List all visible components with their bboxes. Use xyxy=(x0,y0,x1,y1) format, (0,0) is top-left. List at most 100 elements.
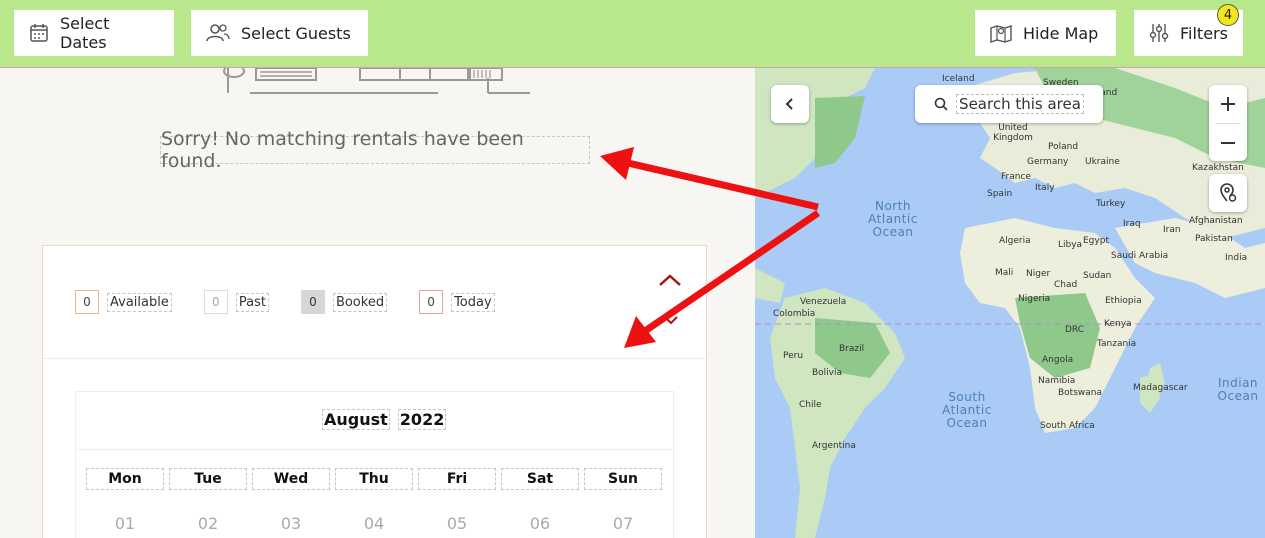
map-pin-icon xyxy=(990,25,1012,43)
map-label-botswana: Botswana xyxy=(1058,388,1102,398)
map-label-bolivia: Bolivia xyxy=(812,368,843,378)
filters-count-badge: 4 xyxy=(1217,4,1239,26)
calendar-day: 07 xyxy=(612,514,634,533)
weekday-fri: Fri xyxy=(418,468,496,490)
legend-booked: 0 Booked xyxy=(300,290,388,314)
plus-icon xyxy=(1221,97,1235,111)
legend-today-count: 0 xyxy=(419,290,444,314)
weekday-sat: Sat xyxy=(501,468,579,490)
map-label-iraq: Iraq xyxy=(1123,219,1141,229)
month-title: August 2022 xyxy=(322,409,447,430)
map-label-venezuela: Venezuela xyxy=(800,297,847,307)
calendar-day: 04 xyxy=(363,514,385,533)
ocean-label-indian: Indian Ocean xyxy=(1217,376,1259,403)
calendar-day: 05 xyxy=(446,514,468,533)
map-label-ethiopia: Ethiopia xyxy=(1105,296,1142,306)
map-label-united-kingdom: United Kingdom xyxy=(993,123,1033,143)
results-panel: Sorry! No matching rentals have been fou… xyxy=(0,68,755,538)
map-collapse-button[interactable] xyxy=(771,85,809,123)
guests-icon xyxy=(206,24,230,42)
map-label-angola: Angola xyxy=(1042,355,1074,365)
weekday-sun: Sun xyxy=(584,468,662,490)
map-label-iran: Iran xyxy=(1163,225,1181,235)
map-label-brazil: Brazil xyxy=(839,344,865,354)
empty-state-illustration xyxy=(223,68,530,94)
map-view[interactable]: Iceland Sweden Finland United Kingdom Po… xyxy=(755,68,1265,538)
search-this-area-label: Search this area xyxy=(956,94,1084,114)
calendar-day: 03 xyxy=(280,514,302,533)
month-calendar: August 2022 Mon Tue Wed Thu Fri Sat Sun … xyxy=(75,391,674,538)
map-label-colombia: Colombia xyxy=(773,309,816,319)
map-label-india: India xyxy=(1225,253,1248,263)
locate-me-button[interactable] xyxy=(1209,174,1247,212)
availability-calendar-card: 0 Available 0 Past 0 Booked 0 Today Augu… xyxy=(42,245,707,538)
calendar-legend: 0 Available 0 Past 0 Booked 0 Today xyxy=(75,290,527,314)
calendar-icon xyxy=(30,24,48,42)
legend-today-label: Today xyxy=(451,292,495,312)
zoom-in-button[interactable] xyxy=(1209,85,1247,123)
map-label-spain: Spain xyxy=(987,189,1013,199)
map-label-south-africa: South Africa xyxy=(1040,421,1095,431)
map-label-algeria: Algeria xyxy=(999,236,1031,246)
map-label-ukraine: Ukraine xyxy=(1085,157,1120,167)
map-label-niger: Niger xyxy=(1026,269,1051,279)
map-label-peru: Peru xyxy=(783,351,804,361)
filters-label: Filters xyxy=(1180,23,1228,43)
filters-button[interactable]: Filters 4 xyxy=(1134,4,1243,56)
hide-map-label: Hide Map xyxy=(1023,23,1099,43)
map-label-afghanistan: Afghanistan xyxy=(1189,216,1243,226)
legend-booked-label: Booked xyxy=(332,292,388,312)
legend-available-count: 0 xyxy=(75,290,99,314)
map-label-chad: Chad xyxy=(1054,280,1078,290)
select-guests-button[interactable]: Select Guests xyxy=(191,10,368,56)
map-label-nigeria: Nigeria xyxy=(1018,294,1051,304)
map-label-libya: Libya xyxy=(1058,240,1083,250)
minus-icon xyxy=(1221,141,1235,144)
weekday-wed: Wed xyxy=(252,468,330,490)
zoom-controls xyxy=(1209,85,1247,161)
legend-today: 0 Today xyxy=(419,290,495,314)
map-label-kazakhstan: Kazakhstan xyxy=(1192,163,1244,173)
weekday-tue: Tue xyxy=(169,468,247,490)
month-name: August xyxy=(322,409,390,430)
calendar-divider xyxy=(43,358,706,359)
map-label-iceland: Iceland xyxy=(942,74,975,84)
calendar-week-row: 01 02 03 04 05 06 07 xyxy=(86,514,667,533)
ocean-label-north-atlantic: North Atlantic Ocean xyxy=(868,199,918,239)
map-label-argentina: Argentina xyxy=(812,441,856,451)
calendar-day: 01 xyxy=(114,514,136,533)
ocean-label-south-atlantic: South Atlantic Ocean xyxy=(942,390,992,430)
legend-past-count: 0 xyxy=(203,290,228,314)
sliders-icon xyxy=(1149,24,1169,42)
map-label-germany: Germany xyxy=(1027,157,1069,167)
search-this-area-button[interactable]: Search this area xyxy=(915,85,1103,123)
calendar-day: 06 xyxy=(529,514,551,533)
weekday-mon: Mon xyxy=(86,468,164,490)
top-toolbar: Select Dates Select Guests Hide Map Filt… xyxy=(0,0,1265,68)
month-header-rule xyxy=(76,449,673,450)
select-dates-button[interactable]: Select Dates xyxy=(14,10,174,56)
map-label-namibia: Namibia xyxy=(1038,376,1076,386)
chevron-left-icon xyxy=(785,98,793,110)
weekday-thu: Thu xyxy=(335,468,413,490)
select-guests-label: Select Guests xyxy=(241,23,351,43)
map-label-poland: Poland xyxy=(1048,142,1079,152)
weekday-header-row: Mon Tue Wed Thu Fri Sat Sun xyxy=(86,468,667,490)
chevron-up-icon[interactable] xyxy=(657,272,683,288)
map-label-drc: DRC xyxy=(1065,325,1085,335)
hide-map-button[interactable]: Hide Map xyxy=(975,10,1116,56)
map-label-mali: Mali xyxy=(995,268,1014,278)
legend-booked-count: 0 xyxy=(300,290,325,314)
legend-available: 0 Available xyxy=(75,290,172,314)
legend-past-label: Past xyxy=(235,292,269,312)
map-label-chile: Chile xyxy=(799,400,822,410)
select-dates-label: Select Dates xyxy=(60,14,110,52)
chevron-down-icon[interactable] xyxy=(663,314,679,326)
legend-available-label: Available xyxy=(107,292,172,312)
zoom-out-button[interactable] xyxy=(1209,124,1247,161)
map-label-kenya: Kenya xyxy=(1104,319,1132,329)
map-label-turkey: Turkey xyxy=(1096,199,1126,209)
map-label-saudi-arabia: Saudi Arabia xyxy=(1111,251,1169,261)
map-label-italy: Italy xyxy=(1035,183,1055,193)
no-results-message: Sorry! No matching rentals have been fou… xyxy=(160,128,590,172)
